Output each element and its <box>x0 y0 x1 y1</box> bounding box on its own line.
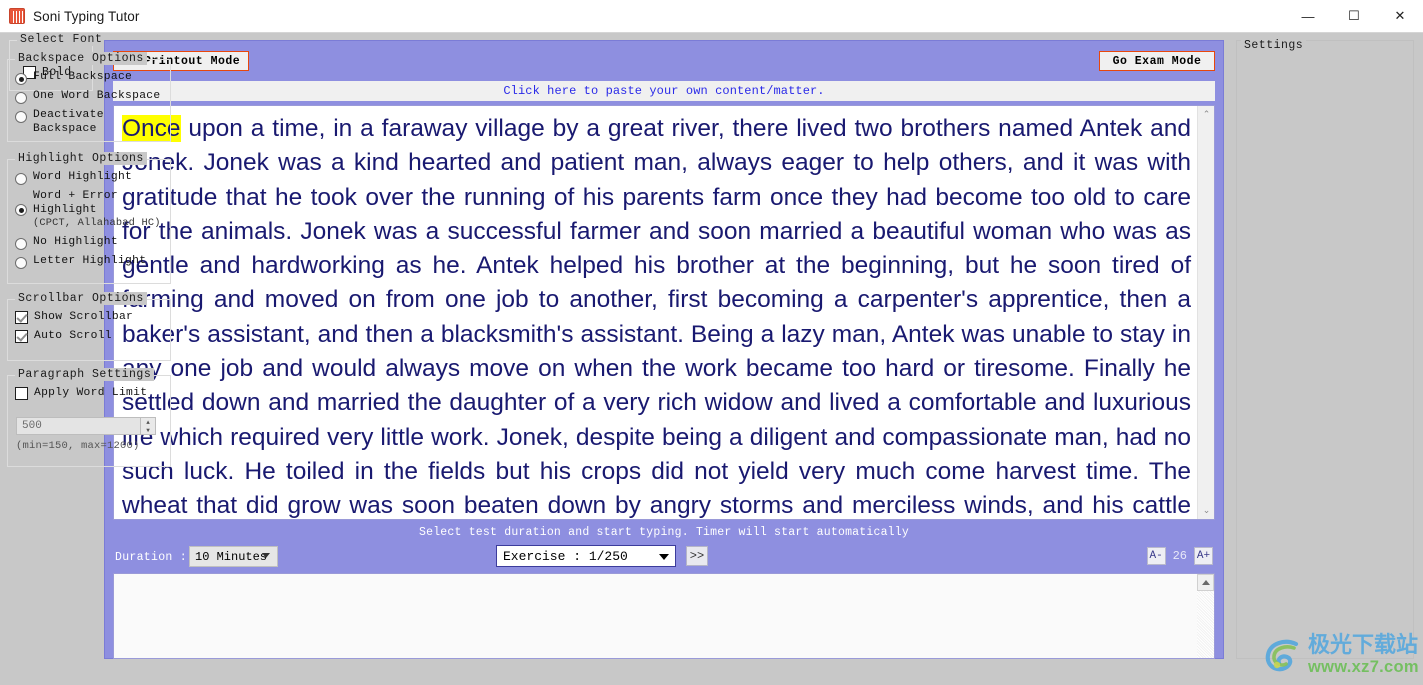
passage-scrollbar[interactable]: ⌃ ⌄ <box>1197 106 1214 519</box>
word-limit-input[interactable]: 500 ▲ ▼ <box>16 417 156 435</box>
window-body: Select Font Bold Go Printout Mode Go Exa… <box>0 33 1423 675</box>
passage-body: upon a time, in a faraway village by a g… <box>122 115 1191 519</box>
radio-full-backspace[interactable]: Full Backspace <box>8 68 170 87</box>
window-controls: — ☐ ✕ <box>1285 0 1423 32</box>
radio-icon-no-highlight[interactable] <box>15 237 27 250</box>
exercise-select[interactable]: Exercise : 1/250 <box>496 545 676 567</box>
settings-legend: Settings <box>1241 39 1307 52</box>
radio-icon-word-error-highlight[interactable] <box>15 204 27 217</box>
radio-deactivate-backspace[interactable]: Deactivate Backspace <box>8 106 170 138</box>
word-limit-range-note: (min=150, max=1200) <box>16 440 140 452</box>
radio-label-letter-highlight: Letter Highlight <box>33 254 147 267</box>
status-text: Select test duration and start typing. T… <box>419 526 909 539</box>
scroll-up-icon[interactable]: ⌃ <box>1198 106 1214 123</box>
scrollbar-options-group: Scrollbar Options Show Scrollbar Auto Sc… <box>7 292 171 361</box>
duration-label: Duration : <box>115 551 188 564</box>
font-decrease-button[interactable]: A- <box>1146 547 1166 565</box>
controls-row: Duration : 10 Minutes Exercise : 1/250 >… <box>113 544 1215 570</box>
checkbox-apply-word-limit[interactable]: Apply Word Limit <box>8 384 170 403</box>
radio-icon-deactivate-backspace[interactable] <box>15 111 27 123</box>
chevron-down-icon <box>262 553 270 558</box>
scroll-down-icon[interactable]: ⌄ <box>1198 502 1214 519</box>
radio-icon-full-backspace[interactable] <box>15 73 27 85</box>
settings-panel <box>1236 40 1414 659</box>
go-exam-mode-button[interactable]: Go Exam Mode <box>1099 51 1215 71</box>
radio-icon-word-highlight[interactable] <box>15 173 27 185</box>
checkbox-label-apply-word-limit: Apply Word Limit <box>34 387 148 399</box>
radio-label-no-highlight: No Highlight <box>33 235 118 248</box>
chevron-down-icon-2 <box>659 554 669 560</box>
passage-area: Once upon a time, in a faraway village b… <box>113 105 1215 520</box>
radio-one-word-backspace[interactable]: One Word Backspace <box>8 87 170 106</box>
duration-select[interactable]: 10 Minutes <box>189 546 278 567</box>
radio-word-error-highlight[interactable]: Word + Error Highlight (CPCT, Allahabad … <box>8 187 170 233</box>
radio-label-word-error-highlight: Word + Error Highlight (CPCT, Allahabad … <box>33 190 170 231</box>
typing-scroll-up-button[interactable] <box>1197 574 1214 591</box>
exercise-value: Exercise : 1/250 <box>503 548 628 564</box>
paragraph-settings-legend: Paragraph Settings <box>15 368 155 381</box>
window-titlebar: Soni Typing Tutor — ☐ ✕ <box>0 0 1423 33</box>
radio-label-full-backspace: Full Backspace <box>33 71 133 83</box>
window-title: Soni Typing Tutor <box>33 8 140 24</box>
paste-content-strip[interactable]: Click here to paste your own content/mat… <box>113 81 1215 101</box>
typing-scrollbar[interactable] <box>1197 574 1214 658</box>
radio-label-one-word-backspace: One Word Backspace <box>33 90 161 102</box>
checkbox-auto-scroll[interactable]: Auto Scroll <box>8 327 170 346</box>
main-panel: Go Printout Mode Go Exam Mode Click here… <box>104 40 1224 659</box>
radio-label-word-highlight: Word Highlight <box>33 171 133 183</box>
watermark-url: www.xz7.com <box>1308 658 1419 677</box>
passage-text: Once upon a time, in a faraway village b… <box>114 106 1197 519</box>
typing-area[interactable] <box>113 573 1215 659</box>
font-size-controls: A- 26 A+ <box>1146 547 1213 565</box>
radio-label-word-error-highlight-sub: (CPCT, Allahabad HC) <box>33 217 161 229</box>
radio-word-highlight[interactable]: Word Highlight <box>8 168 170 187</box>
checkbox-icon-auto-scroll[interactable] <box>15 329 28 343</box>
highlight-options-legend: Highlight Options <box>15 152 147 165</box>
paste-content-link[interactable]: Click here to paste your own content/mat… <box>503 84 824 98</box>
radio-no-highlight[interactable]: No Highlight <box>8 233 170 252</box>
app-book-icon <box>9 8 25 24</box>
checkbox-icon-apply-word-limit[interactable] <box>15 387 28 401</box>
minimize-icon[interactable]: — <box>1285 0 1331 32</box>
backspace-options-legend: Backspace Options <box>15 52 147 65</box>
close-icon[interactable]: ✕ <box>1377 0 1423 32</box>
font-size-value: 26 <box>1172 549 1187 563</box>
highlight-options-group: Highlight Options Word Highlight Word + … <box>7 152 171 284</box>
radio-letter-highlight[interactable]: Letter Highlight <box>8 252 170 271</box>
word-limit-stepper[interactable]: ▲ ▼ <box>140 418 155 434</box>
stepper-down-icon[interactable]: ▼ <box>141 426 155 434</box>
font-increase-button[interactable]: A+ <box>1194 547 1213 565</box>
radio-label-word-error-highlight-main: Word + Error Highlight <box>33 190 118 216</box>
radio-icon-one-word-backspace[interactable] <box>15 92 27 104</box>
checkbox-label-auto-scroll: Auto Scroll <box>34 329 112 342</box>
paragraph-settings-group: Paragraph Settings Apply Word Limit 500 … <box>7 368 171 467</box>
checkbox-icon-show-scrollbar[interactable] <box>15 311 28 325</box>
word-limit-value: 500 <box>22 420 42 432</box>
checkbox-show-scrollbar[interactable]: Show Scrollbar <box>8 308 170 327</box>
typing-input[interactable] <box>114 574 1197 658</box>
checkbox-label-show-scrollbar: Show Scrollbar <box>34 311 134 323</box>
select-font-legend: Select Font <box>17 33 106 46</box>
stepper-up-icon[interactable]: ▲ <box>141 418 155 426</box>
maximize-icon[interactable]: ☐ <box>1331 0 1377 32</box>
scrollbar-options-legend: Scrollbar Options <box>15 292 147 305</box>
radio-label-deactivate-backspace: Deactivate Backspace <box>33 109 104 135</box>
duration-value: 10 Minutes <box>195 549 268 564</box>
radio-icon-letter-highlight[interactable] <box>15 256 27 269</box>
next-exercise-button[interactable]: >> <box>686 546 708 566</box>
backspace-options-group: Backspace Options Full Backspace One Wor… <box>7 52 171 142</box>
triangle-up-icon <box>1201 580 1210 585</box>
